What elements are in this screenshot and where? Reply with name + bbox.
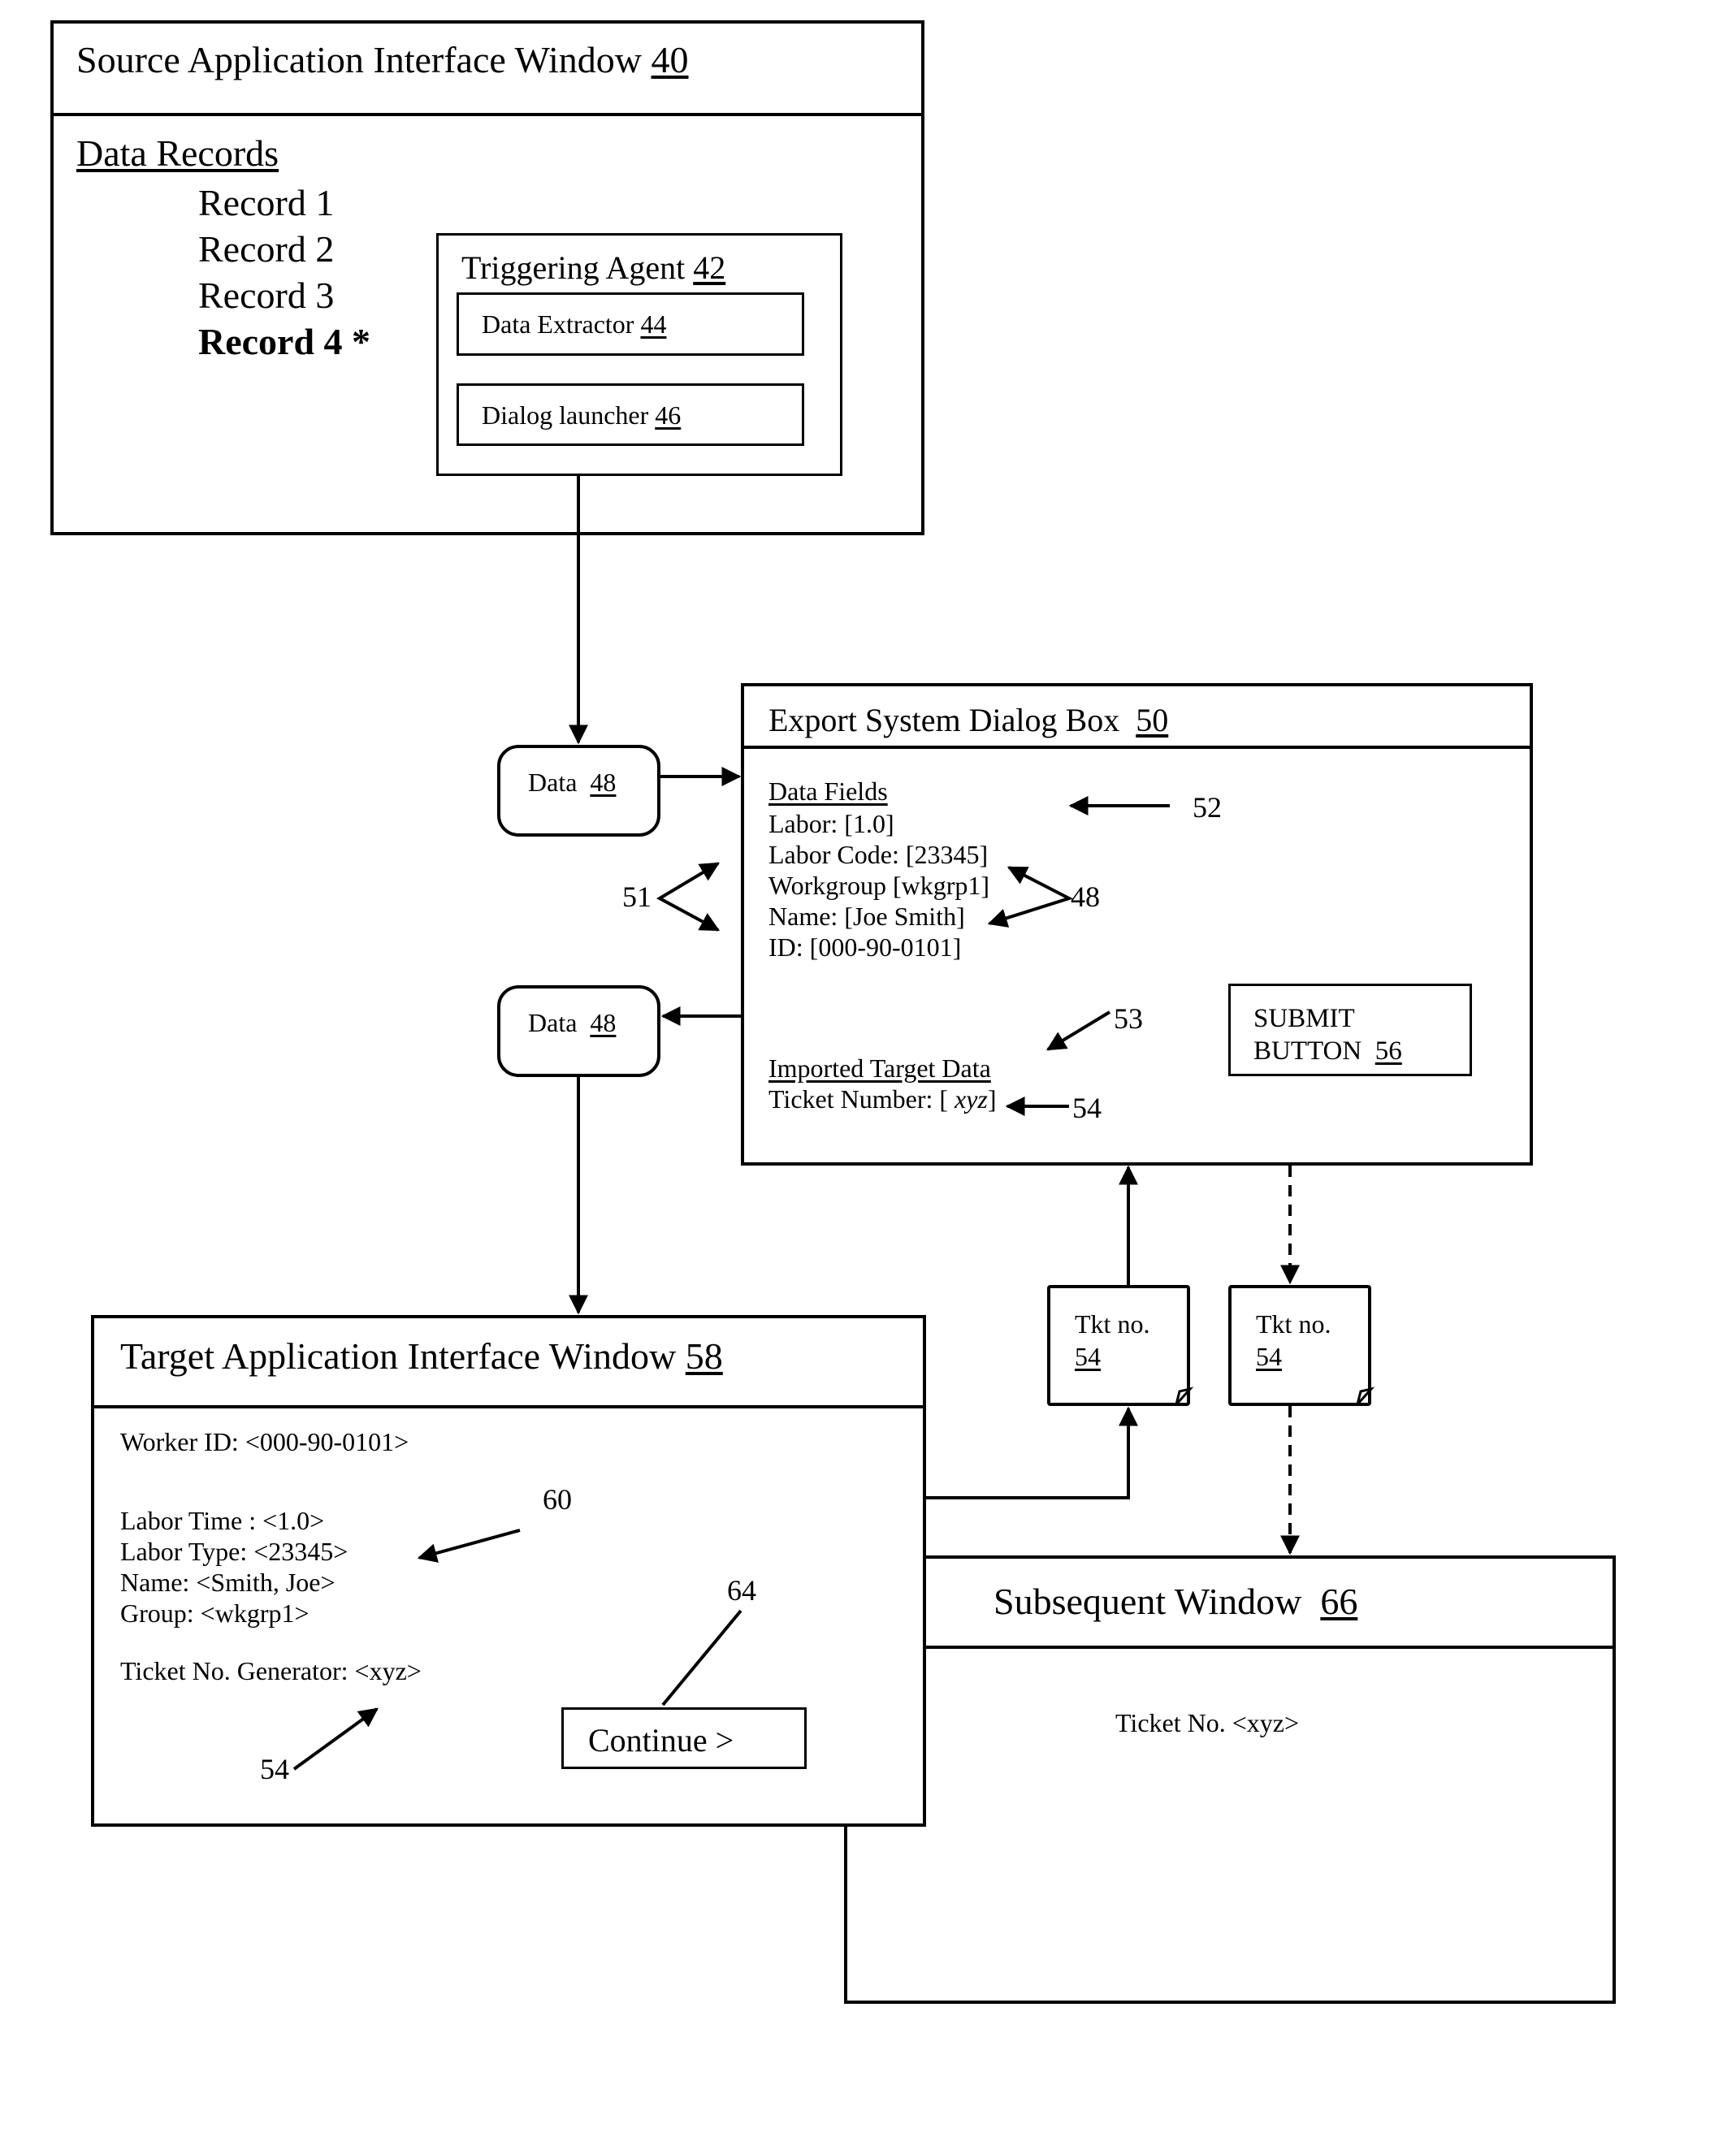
callout-52: 52 xyxy=(1193,791,1222,824)
ticket-note-label: Tkt no. xyxy=(1075,1309,1150,1339)
ref-54: 54 xyxy=(1075,1342,1101,1371)
subsequent-window-title-bar: Subsequent Window 66 xyxy=(847,1559,1613,1649)
data-extractor-label: Data Extractor 44 xyxy=(482,309,667,339)
field-labor-time[interactable]: Labor Time : <1.0> xyxy=(120,1505,348,1536)
ref-48: 48 xyxy=(590,1008,617,1037)
export-system-dialog: Export System Dialog Box 50 Data Fields … xyxy=(741,683,1533,1166)
field-group[interactable]: Group: <wkgrp1> xyxy=(120,1598,348,1629)
callout-60: 60 xyxy=(543,1483,572,1516)
ref-44: 44 xyxy=(640,309,667,339)
data-records-heading: Data Records xyxy=(76,132,279,174)
callout-64: 64 xyxy=(727,1574,756,1607)
worker-id-field[interactable]: Worker ID: <000-90-0101> xyxy=(120,1429,409,1455)
triggering-agent-title: Triggering Agent 42 xyxy=(461,249,726,286)
target-window-title-bar: Target Application Interface Window 58 xyxy=(94,1318,923,1408)
ref-54: 54 xyxy=(1256,1342,1282,1371)
source-window-title-bar: Source Application Interface Window 40 xyxy=(54,24,921,116)
target-application-window: Target Application Interface Window 58 W… xyxy=(91,1315,926,1827)
ref-48: 48 xyxy=(590,768,617,797)
source-window-title: Source Application Interface Window 40 xyxy=(76,39,689,80)
subsequent-window-title: Subsequent Window 66 xyxy=(994,1581,1358,1622)
ref-66: 66 xyxy=(1320,1581,1358,1622)
field-id[interactable]: ID: [000-90-0101] xyxy=(768,932,989,963)
ref-58: 58 xyxy=(685,1335,723,1377)
imported-target-data-heading: Imported Target Data xyxy=(768,1053,991,1083)
dialog-launcher-label: Dialog launcher 46 xyxy=(482,400,682,430)
callout-54-target: 54 xyxy=(260,1753,289,1785)
ticket-note-label: Tkt no. xyxy=(1256,1309,1331,1339)
ticket-generator-field[interactable]: Ticket No. Generator: <xyz> xyxy=(120,1658,422,1684)
connector-target-to-ticket xyxy=(926,1406,1138,1499)
field-name[interactable]: Name: [Joe Smith] xyxy=(768,901,989,932)
callout-54-dialog: 54 xyxy=(1072,1092,1102,1124)
field-name[interactable]: Name: <Smith, Joe> xyxy=(120,1567,348,1598)
record-item-1[interactable]: Record 1 xyxy=(198,180,370,226)
target-window-title: Target Application Interface Window 58 xyxy=(120,1335,723,1377)
triggering-agent-box: Triggering Agent 42 Data Extractor 44 Di… xyxy=(436,233,842,476)
record-item-2[interactable]: Record 2 xyxy=(198,226,370,272)
submit-button-line2: BUTTON xyxy=(1253,1036,1362,1066)
data-fields-list: Labor: [1.0] Labor Code: [23345] Workgro… xyxy=(768,808,989,963)
record-item-3[interactable]: Record 3 xyxy=(198,272,370,318)
export-dialog-title: Export System Dialog Box 50 xyxy=(768,702,1169,738)
data-token-incoming: Data 48 xyxy=(497,745,660,837)
target-fields-list: Labor Time : <1.0> Labor Type: <23345> N… xyxy=(120,1505,348,1629)
submit-button[interactable]: SUBMIT BUTTON 56 xyxy=(1228,984,1472,1076)
data-token-outgoing-label: Data 48 xyxy=(528,1008,617,1037)
subsequent-window: Subsequent Window 66 Ticket No. <xyz> xyxy=(844,1555,1616,2004)
ref-50: 50 xyxy=(1136,702,1169,738)
ref-46: 46 xyxy=(655,400,682,430)
data-token-outgoing: Data 48 xyxy=(497,985,660,1077)
ticket-number-value: xyz xyxy=(955,1084,988,1114)
ticket-number-field[interactable]: Ticket Number: [ xyz] xyxy=(768,1086,997,1112)
callout-48: 48 xyxy=(1071,880,1100,913)
ref-42: 42 xyxy=(693,249,726,286)
subsequent-ticket-number: Ticket No. <xyz> xyxy=(1115,1708,1300,1737)
record-item-4-selected[interactable]: Record 4 * xyxy=(198,318,370,365)
ref-40: 40 xyxy=(651,39,689,80)
data-extractor-box: Data Extractor 44 xyxy=(457,292,804,356)
callout-51: 51 xyxy=(622,880,652,913)
continue-button-label: Continue > xyxy=(588,1722,734,1759)
field-labor-code[interactable]: Labor Code: [23345] xyxy=(768,839,989,870)
submit-button-line1: SUBMIT xyxy=(1253,1004,1355,1033)
ref-56: 56 xyxy=(1375,1036,1402,1066)
field-labor[interactable]: Labor: [1.0] xyxy=(768,808,989,839)
dialog-launcher-box: Dialog launcher 46 xyxy=(457,383,804,446)
field-workgroup[interactable]: Workgroup [wkgrp1] xyxy=(768,870,989,901)
record-list: Record 1 Record 2 Record 3 Record 4 * xyxy=(198,180,370,365)
continue-button[interactable]: Continue > xyxy=(561,1707,807,1769)
data-token-incoming-label: Data 48 xyxy=(528,768,617,797)
data-fields-heading: Data Fields xyxy=(768,777,888,806)
ticket-note-to-subsequent: Tkt no. 54 xyxy=(1228,1285,1371,1406)
field-labor-type[interactable]: Labor Type: <23345> xyxy=(120,1536,348,1567)
callout-53: 53 xyxy=(1114,1002,1143,1035)
callout-arrow-51 xyxy=(656,862,721,932)
ticket-note-to-dialog: Tkt no. 54 xyxy=(1047,1285,1190,1406)
export-dialog-title-bar: Export System Dialog Box 50 xyxy=(744,686,1530,749)
source-application-window: Source Application Interface Window 40 D… xyxy=(50,20,924,535)
